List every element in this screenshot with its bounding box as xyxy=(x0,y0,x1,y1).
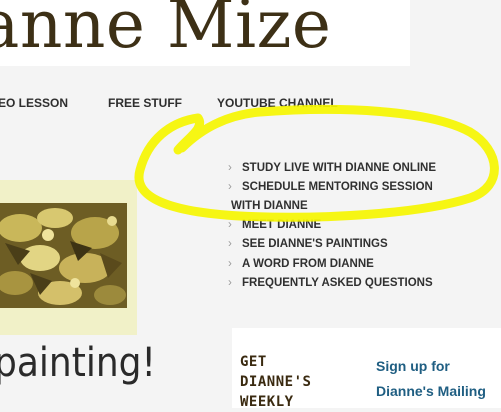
dropdown-item-label: SCHEDULE MENTORING SESSION xyxy=(242,181,433,193)
dropdown-item-faq[interactable]: › FREQUENTLY ASKED QUESTIONS xyxy=(228,277,433,289)
chevron-right-icon: › xyxy=(228,219,232,231)
weekly-heading-line: DIANNE'S xyxy=(240,374,312,390)
header-band: anne Mize xyxy=(0,0,410,66)
chevron-right-icon: › xyxy=(228,162,232,174)
mailing-list-signup-link[interactable]: Sign up for Dianne's Mailing xyxy=(376,354,486,404)
chevron-right-icon: › xyxy=(228,181,232,193)
painting-banner-text: painting! xyxy=(0,340,156,386)
site-title[interactable]: anne Mize xyxy=(0,0,331,63)
mailing-link-line: Sign up for xyxy=(376,358,450,374)
chevron-right-icon: › xyxy=(228,258,232,270)
dropdown-item-label: SEE DIANNE'S PAINTINGS xyxy=(242,238,388,250)
dropdown-item-study-live[interactable]: › STUDY LIVE WITH DIANNE ONLINE xyxy=(228,162,436,174)
dropdown-item-label: STUDY LIVE WITH DIANNE ONLINE xyxy=(242,162,437,174)
main-nav: EO LESSON FREE STUFF YOUTUBE CHANNEL xyxy=(0,96,501,114)
weekly-heading-line: GET xyxy=(240,354,267,370)
leaf-painting-image[interactable] xyxy=(0,203,127,308)
dropdown-item-label: MEET DIANNE xyxy=(242,219,322,231)
dropdown-item-label: A WORD FROM DIANNE xyxy=(242,258,374,270)
dropdown-item-word-from-dianne[interactable]: › A WORD FROM DIANNE xyxy=(228,258,374,270)
nav-item-youtube-channel[interactable]: YOUTUBE CHANNEL xyxy=(217,96,338,110)
dropdown-item-schedule-mentoring-cont[interactable]: WITH DIANNE xyxy=(231,200,308,212)
nav-item-free-stuff[interactable]: FREE STUFF xyxy=(108,96,182,110)
nav-item-video-lesson[interactable]: EO LESSON xyxy=(0,96,68,110)
chevron-right-icon: › xyxy=(228,277,232,289)
chevron-right-icon: › xyxy=(228,238,232,250)
weekly-heading-line: WEEKLY xyxy=(240,394,294,410)
dropdown-item-meet-dianne[interactable]: › MEET DIANNE xyxy=(228,219,321,231)
mailing-link-line: Dianne's Mailing xyxy=(376,383,486,399)
dropdown-item-schedule-mentoring[interactable]: › SCHEDULE MENTORING SESSION xyxy=(228,181,433,193)
weekly-newsletter-heading: GET DIANNE'S WEEKLY xyxy=(240,352,311,412)
dropdown-item-paintings[interactable]: › SEE DIANNE'S PAINTINGS xyxy=(228,238,388,250)
dropdown-item-label: FREQUENTLY ASKED QUESTIONS xyxy=(242,277,433,289)
